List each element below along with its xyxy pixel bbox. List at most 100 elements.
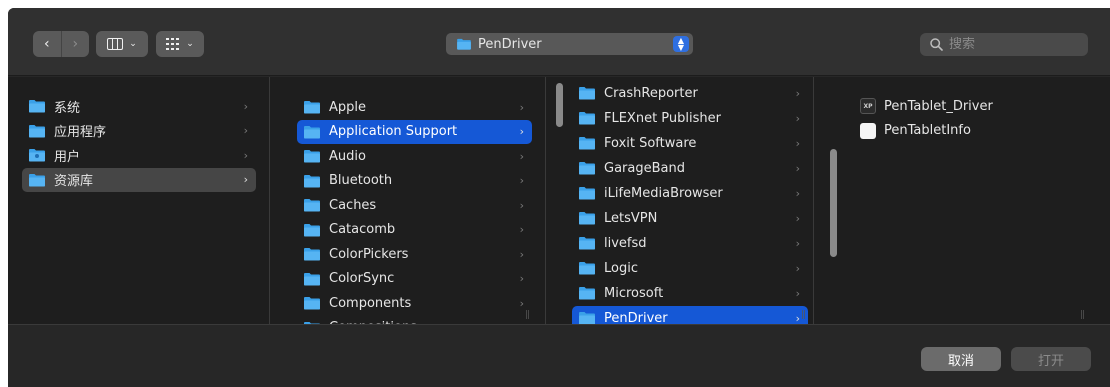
search-field[interactable] [920, 33, 1088, 56]
search-icon [930, 38, 943, 51]
folder-icon [28, 99, 46, 113]
chevron-right-icon: › [519, 296, 524, 310]
folder-row[interactable]: Apple › [297, 95, 532, 119]
location-label: PenDriver [478, 36, 542, 52]
folder-row[interactable]: Audio › [297, 144, 532, 168]
column-resize-handle[interactable]: || [1080, 310, 1085, 320]
folder-row[interactable]: GarageBand › [572, 156, 808, 180]
item-label: ColorPickers [329, 246, 409, 262]
item-label: iLifeMediaBrowser [604, 185, 723, 201]
folder-row[interactable]: PenDriver › [572, 306, 808, 324]
item-label: 用户 [54, 149, 81, 165]
chevron-right-icon: › [519, 100, 524, 114]
folder-row[interactable]: Microsoft › [572, 281, 808, 305]
chevron-right-icon: › [519, 198, 524, 212]
chevron-up-down-icon: ▲ ▼ [673, 36, 689, 52]
item-label: Logic [604, 260, 638, 276]
location-popup[interactable]: PenDriver ▲ ▼ [446, 33, 693, 55]
column-2[interactable]: Apple › Application Support › Audio › Bluetoot… [270, 77, 546, 324]
folder-row[interactable]: Components › [297, 291, 532, 315]
file-open-dialog: ‹ › ⌄ ⌄ PenDriver ▲ ▼ 搜索 系统 › 应用程序 › 用户 … [8, 8, 1110, 387]
folder-row[interactable]: 系统 › [22, 94, 256, 118]
item-label: Foxit Software [604, 135, 697, 151]
chevron-right-icon: › [243, 148, 248, 162]
item-label: 应用程序 [54, 125, 107, 140]
folder-icon [578, 261, 596, 275]
toolbar: ‹ › ⌄ ⌄ PenDriver ▲ ▼ 搜索 [8, 8, 1110, 76]
folder-icon [303, 100, 321, 114]
item-label: 资源库 [54, 174, 94, 189]
chevron-right-icon: › [519, 125, 524, 138]
folder-icon [578, 211, 596, 225]
folder-row[interactable]: livefsd › [572, 231, 808, 255]
column-browser: 系统 › 应用程序 › 用户 › 资源库 › Apple › Application Suppor… [8, 77, 1110, 324]
folder-icon [28, 124, 46, 138]
chevron-right-icon: › [795, 186, 800, 200]
file-row[interactable]: PenTabletInfo [854, 119, 1084, 143]
column-1[interactable]: 系统 › 应用程序 › 用户 › 资源库 › [8, 77, 270, 324]
chevron-right-icon: › [519, 174, 524, 187]
folder-row[interactable]: Catacomb › [297, 218, 532, 242]
folder-row[interactable]: ColorSync › [297, 267, 532, 291]
item-label: Audio [329, 148, 366, 164]
document-icon [860, 122, 876, 139]
folder-icon [303, 223, 321, 237]
item-label: Bluetooth [329, 173, 393, 188]
folder-icon [303, 149, 321, 163]
column-resize-handle[interactable]: || [525, 310, 530, 320]
forward-button[interactable]: › [60, 31, 90, 57]
folder-icon [303, 174, 321, 188]
app-icon: XP [860, 98, 876, 114]
folder-row[interactable]: Foxit Software › [572, 131, 808, 155]
folder-row[interactable]: Application Support › [297, 119, 532, 144]
view-mode-button[interactable]: ⌄ [96, 31, 148, 57]
folder-row[interactable]: CrashReporter › [572, 81, 808, 105]
folder-icon [578, 311, 596, 324]
folder-row[interactable]: LetsVPN › [572, 206, 808, 230]
group-button[interactable]: ⌄ [156, 31, 204, 57]
folder-icon [578, 236, 596, 250]
folder-row[interactable]: Bluetooth › [297, 169, 532, 193]
chevron-right-icon: › [519, 223, 524, 236]
folder-row[interactable]: 应用程序 › [22, 119, 256, 143]
group-icon [166, 38, 180, 50]
chevron-right-icon: › [243, 99, 248, 113]
folder-row[interactable]: Logic › [572, 256, 808, 280]
back-button[interactable]: ‹ [33, 31, 61, 57]
user-folder-icon [28, 148, 46, 162]
column-4[interactable]: XP PenTablet_Driver PenTabletInfo || [814, 77, 1110, 324]
scrollbar-thumb[interactable] [556, 83, 563, 127]
item-label: livefsd [604, 235, 647, 251]
item-label: GarageBand [604, 160, 685, 176]
folder-icon [303, 272, 321, 286]
cancel-button[interactable]: 取消 [921, 347, 1001, 371]
folder-icon [578, 86, 596, 100]
folder-row[interactable]: Caches › [297, 193, 532, 217]
folder-row[interactable]: FLEXnet Publisher › [572, 106, 808, 130]
folder-icon [578, 161, 596, 175]
folder-row[interactable]: iLifeMediaBrowser › [572, 181, 808, 205]
chevron-right-icon: › [795, 111, 800, 125]
column-3[interactable]: CrashReporter › FLEXnet Publisher › Foxit So… [546, 77, 814, 324]
item-label: Microsoft [604, 285, 664, 301]
chevron-right-icon: › [795, 261, 800, 275]
open-button[interactable]: 打开 [1011, 347, 1091, 371]
chevron-right-icon: › [795, 236, 800, 250]
folder-row[interactable]: Compositions› [297, 316, 532, 324]
scrollbar-thumb[interactable] [830, 149, 837, 257]
chevron-right-icon: › [243, 173, 248, 186]
chevron-left-icon: ‹ [43, 36, 50, 52]
columns-view-icon [107, 38, 124, 50]
column-resize-handle[interactable]: || [801, 310, 806, 320]
folder-row[interactable]: 资源库 › [22, 167, 256, 192]
folder-icon [578, 136, 596, 150]
file-row[interactable]: XP PenTablet_Driver [854, 94, 1084, 118]
folder-row[interactable]: ColorPickers › [297, 242, 532, 266]
search-input[interactable] [949, 37, 1079, 52]
folder-row[interactable]: 用户 › [22, 143, 256, 167]
folder-icon [303, 125, 321, 139]
item-label: ColorSync [329, 271, 395, 286]
chevron-right-icon: › [243, 124, 248, 137]
item-label: Application Support [329, 124, 458, 139]
item-label: 系统 [54, 100, 81, 116]
